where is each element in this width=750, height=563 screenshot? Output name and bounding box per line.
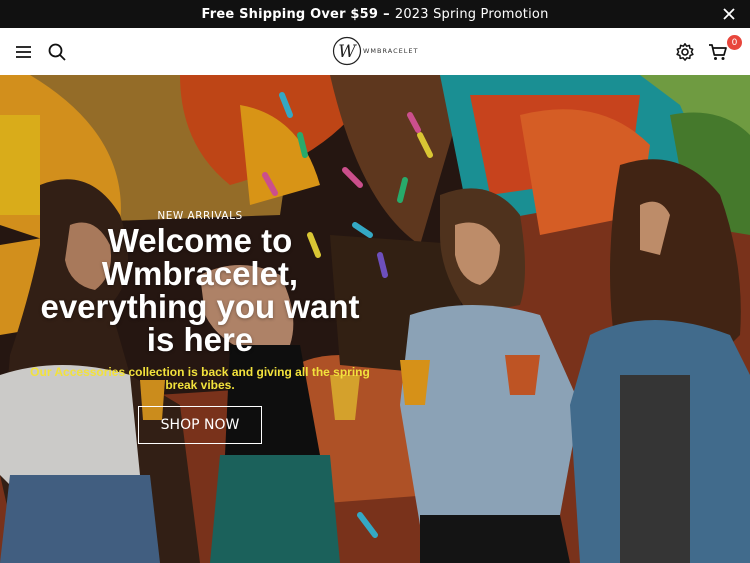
hero-subline: Our Accessories collection is back and g… (30, 365, 370, 392)
free-shipping-text: Free Shipping Over $59 (201, 6, 379, 22)
headline-line: everything you want (40, 288, 360, 325)
search-icon[interactable] (47, 42, 67, 62)
logo-wordmark: WMBRACELET (363, 47, 419, 55)
site-header: W WMBRACELET 0 (0, 28, 750, 76)
shop-now-button[interactable]: SHOP NOW (137, 406, 263, 444)
settings-icon[interactable] (675, 42, 695, 62)
hero-headline: Welcome to Wmbracelet, everything you wa… (20, 224, 380, 356)
cart-count-badge: 0 (727, 35, 742, 50)
hero-eyebrow: NEW ARRIVALS (157, 210, 243, 222)
cart-icon[interactable] (708, 42, 728, 62)
promo-text: 2023 Spring Promotion (394, 6, 549, 22)
site-logo[interactable]: W WMBRACELET (332, 34, 418, 68)
headline-line: Welcome to (107, 222, 293, 259)
logo-mark: W (332, 36, 362, 66)
menu-icon[interactable] (14, 42, 34, 62)
close-icon[interactable] (722, 7, 736, 21)
headline-line: is here (146, 321, 254, 358)
hero-content: NEW ARRIVALS Welcome to Wmbracelet, ever… (20, 210, 380, 444)
hero-banner: NEW ARRIVALS Welcome to Wmbracelet, ever… (0, 75, 750, 563)
announcement-separator: – (383, 6, 390, 22)
headline-line: Wmbracelet, (101, 255, 299, 292)
svg-text:W: W (338, 42, 357, 62)
announcement-bar: Free Shipping Over $59 – 2023 Spring Pro… (0, 0, 750, 28)
